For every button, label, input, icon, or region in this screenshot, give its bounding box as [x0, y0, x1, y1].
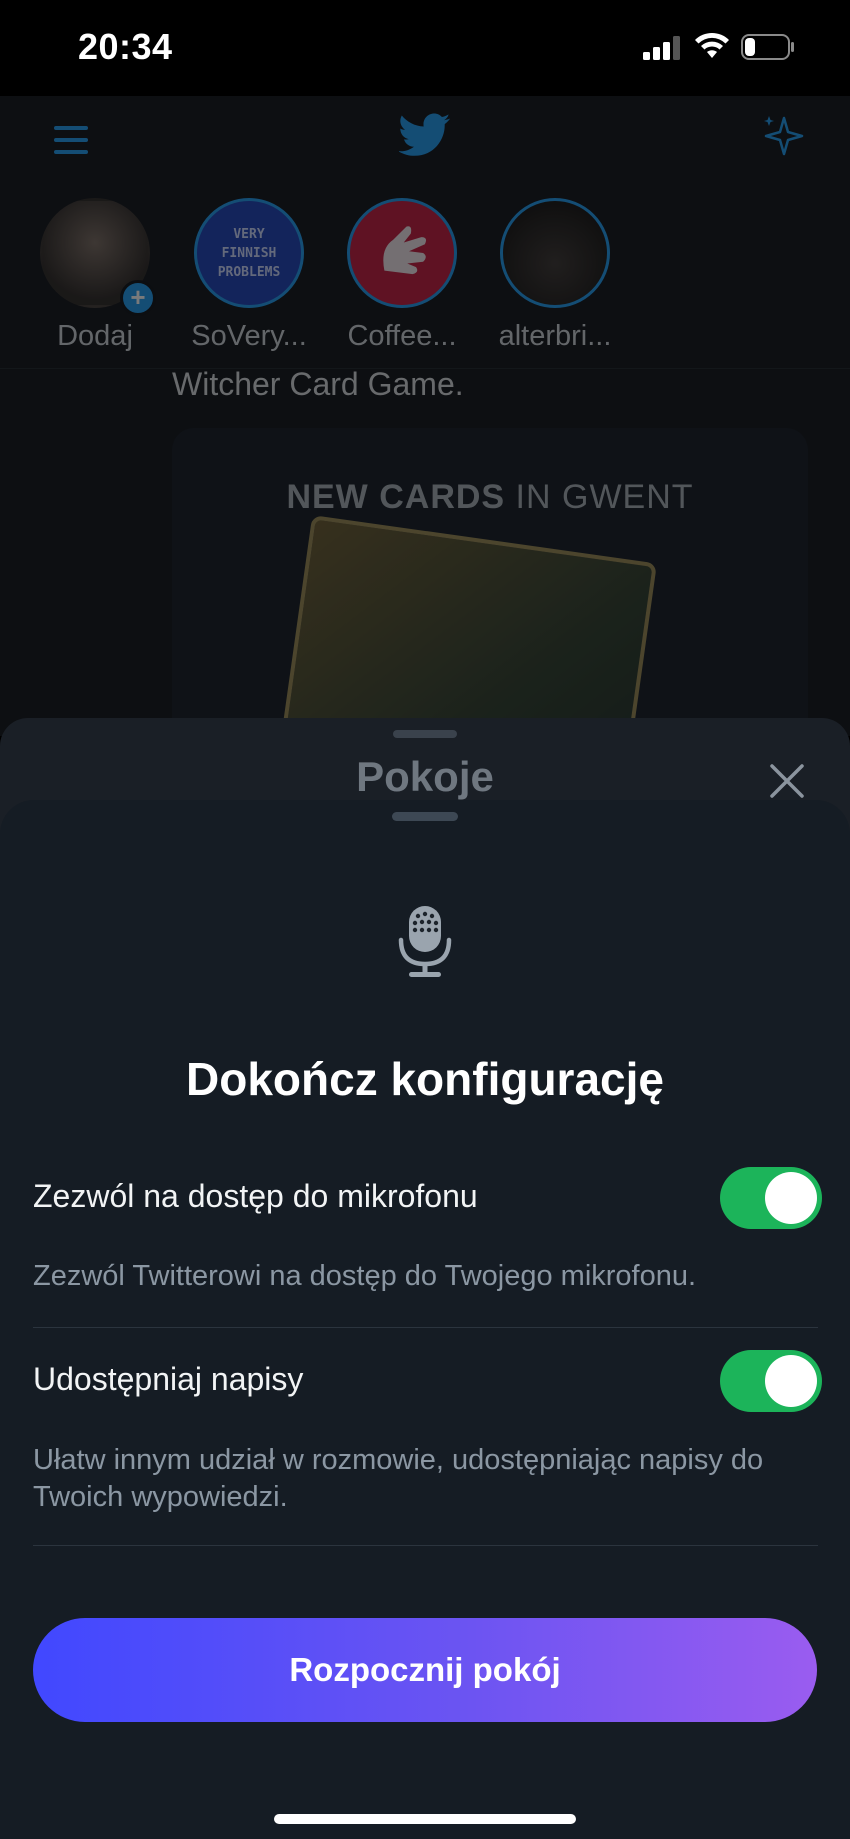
status-time: 20:34 [78, 26, 173, 67]
fleet-label: alterbri... [498, 320, 612, 352]
sheet-grabber[interactable] [393, 730, 457, 738]
wifi-icon [695, 32, 729, 58]
fleet-label: Coffee... [347, 320, 457, 352]
fleet-badge-text: VERY FINNISH PROBLEMS [217, 227, 281, 280]
add-fleet-icon[interactable]: + [120, 280, 156, 316]
toggle-knob [765, 1172, 817, 1224]
sparkle-icon[interactable] [760, 112, 808, 160]
battery-icon [741, 34, 794, 60]
avatar [500, 198, 610, 308]
captions-description: Ułatw innym udział w rozmowie, udostępni… [33, 1444, 764, 1513]
microphone-icon [398, 906, 452, 977]
media-title: NEW CARDS IN GWENT [172, 478, 808, 517]
microphone-access-description: Zezwól Twitterowi na dostęp do Twojego m… [33, 1260, 697, 1292]
menu-icon[interactable] [54, 126, 88, 154]
twitter-bird-icon [399, 113, 451, 156]
tweet-text: Witcher Card Game. [172, 366, 464, 402]
avatar: VERY FINNISH PROBLEMS [194, 198, 304, 308]
media-card-image [275, 515, 657, 748]
start-room-button[interactable]: Rozpocznij pokój [33, 1618, 817, 1722]
captions-label: Udostępniaj napisy [33, 1361, 304, 1397]
fleet-label: Dodaj [57, 320, 133, 352]
setup-title: Dokończ konfigurację [186, 1053, 664, 1105]
fleet-item[interactable]: VERY FINNISH PROBLEMS SoVery... [189, 198, 309, 353]
fleet-item[interactable]: Coffee... [342, 198, 462, 353]
fleet-item[interactable]: alterbri... [495, 198, 615, 353]
rooms-sheet-title: Pokoje [356, 753, 494, 800]
divider [33, 1327, 818, 1328]
home-indicator [274, 1814, 576, 1824]
captions-toggle[interactable] [720, 1350, 822, 1412]
microphone-access-toggle[interactable] [720, 1167, 822, 1229]
microphone-access-label: Zezwól na dostęp do mikrofonu [33, 1178, 478, 1214]
media-title-rest: IN GWENT [505, 478, 694, 516]
divider [33, 1545, 818, 1546]
avatar [347, 198, 457, 308]
cellular-signal-icon [643, 36, 680, 60]
fleet-item[interactable]: Dodaj [35, 198, 155, 353]
hand-logo-icon [383, 226, 427, 275]
tweet-media[interactable]: NEW CARDS IN GWENT [172, 428, 808, 748]
setup-sheet: Dokończ konfigurację Zezwól na dostęp do… [0, 800, 850, 1839]
toggle-knob [765, 1355, 817, 1407]
sheet-grabber[interactable] [392, 812, 458, 821]
status-bar: 20:34 [0, 0, 850, 96]
fleet-label: SoVery... [191, 320, 307, 352]
close-icon[interactable] [768, 762, 806, 800]
media-title-bold: NEW CARDS [286, 478, 506, 516]
